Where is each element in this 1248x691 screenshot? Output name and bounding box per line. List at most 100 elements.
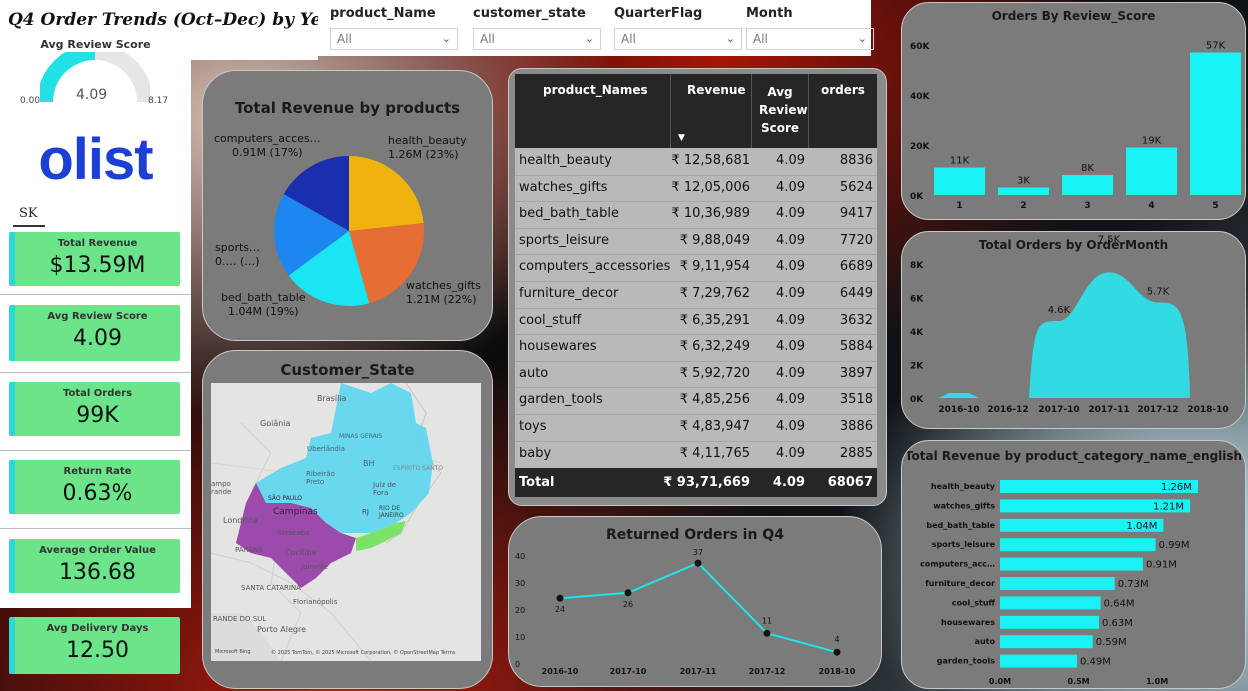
y-tick-label: 2K	[910, 362, 924, 372]
header-orders[interactable]: orders	[821, 83, 865, 97]
kpi-label: Total Revenue	[57, 238, 138, 249]
olist-logo: olist	[38, 127, 153, 192]
bar	[998, 187, 1049, 195]
cell-avg-review: 4.09	[776, 206, 805, 222]
header-revenue[interactable]: Revenue	[687, 83, 746, 97]
divider	[0, 372, 191, 373]
cell-revenue: ₹ 9,88,049	[679, 232, 750, 248]
kpi-value: $13.59M	[49, 253, 146, 278]
table-row[interactable]: toys ₹ 4,83,947 4.09 3886	[515, 414, 877, 441]
data-label: 8K	[1081, 163, 1094, 174]
map-label: Florianópolis	[293, 598, 338, 606]
map-label: Ribeirão Preto	[306, 470, 335, 486]
table-row[interactable]: sports_leisure ₹ 9,88,049 4.09 7720	[515, 227, 877, 255]
slicer-product-name: product_Name All ⌄	[330, 6, 458, 50]
slicer-dropdown-product-name[interactable]: All ⌄	[330, 28, 458, 50]
cell-revenue: ₹ 4,85,256	[679, 392, 750, 408]
map-label: ampo rande	[211, 480, 232, 496]
y-tick-label: 60K	[910, 42, 931, 52]
table-row[interactable]: auto ₹ 5,92,720 4.09 3897	[515, 360, 877, 388]
kpi-avg-review-score: Avg Review Score 4.09	[9, 305, 180, 361]
revenue-by-category-bar-chart: health_beauty 1.26M watches_gifts 1.21M bed_…	[920, 480, 1198, 686]
cell-avg-review: 4.09	[776, 312, 805, 328]
slicer-value: All	[337, 32, 352, 46]
data-label: 7.5K	[1098, 234, 1121, 245]
pie-label-sports: sports… 0.… (…)	[215, 241, 261, 268]
table-row[interactable]: bed_bath_table ₹ 10,36,989 4.09 9417	[515, 201, 877, 228]
divider	[0, 450, 191, 451]
slicer-dropdown-quarterflag[interactable]: All ⌄	[614, 28, 742, 50]
kpi-average-order-value: Average Order Value 136.68	[9, 539, 180, 593]
gauge-value: 4.09	[76, 87, 108, 103]
kpi-label: Average Order Value	[39, 545, 156, 556]
map-label: RJ	[362, 508, 369, 516]
cell-avg-review: 4.09	[776, 286, 805, 301]
cell-orders: 6689	[839, 259, 873, 275]
cell-product-name: toys	[519, 419, 547, 434]
data-label: 5.7K	[1147, 287, 1170, 298]
map-label: RIO DE JANEIRO	[379, 505, 404, 519]
sort-desc-icon[interactable]: ▼	[678, 133, 685, 143]
header-avg-review-score[interactable]: Avg Review Score	[759, 83, 808, 137]
kpi-value: 99K	[76, 403, 119, 428]
map-canvas[interactable]: Brasília Goiânia MINAS GERAIS Uberlândia…	[211, 383, 481, 661]
map-label: Uberlândia	[307, 445, 346, 453]
returned-orders-line-chart: 0 10 20 30 40 24 26 37 11 4 2016-10 2017-10 2017-11 2…	[515, 548, 856, 676]
table-row[interactable]: housewares ₹ 6,32,249 4.09 5884	[515, 334, 877, 361]
page-tab-sk[interactable]: SK	[13, 203, 45, 227]
data-label: 3K	[1017, 176, 1030, 187]
cell-product-name: baby	[519, 445, 552, 461]
table-row[interactable]: furniture_decor ₹ 7,29,762 4.09 6449	[515, 281, 877, 308]
table-row[interactable]: garden_tools ₹ 4,85,256 4.09 3518	[515, 387, 877, 414]
map-label: Brasília	[317, 394, 347, 403]
table-row[interactable]: cool_stuff ₹ 6,35,291 4.09 3632	[515, 307, 877, 335]
data-label: 0.99M	[1159, 540, 1190, 551]
table-row[interactable]: computers_accessories ₹ 9,11,954 4.09 6689	[515, 254, 877, 281]
header-product-names[interactable]: product_Names	[543, 83, 648, 97]
bar	[934, 167, 985, 195]
data-label: 37	[693, 548, 703, 557]
returned-orders-panel[interactable]: Returned Orders in Q4 0 10 20 30 40 24 26 37 11 4…	[508, 516, 882, 687]
data-label: 19K	[1142, 136, 1162, 147]
category-label: garden_tools	[937, 657, 995, 666]
pie-chart-panel[interactable]: Total Revenue by products health_beauty 1…	[202, 70, 493, 341]
product-table[interactable]: product_Names Revenue ▼ Avg Review Score…	[515, 74, 877, 497]
review-score-panel[interactable]: Orders By Review_Score 0K 20K 40K 60K 11K 1 3K…	[901, 2, 1246, 220]
table-row[interactable]: watches_gifts ₹ 12,05,006 4.09 5624	[515, 174, 877, 202]
data-label: 4	[834, 635, 839, 644]
cell-revenue: ₹ 12,05,006	[671, 179, 750, 195]
pie-label-health-beauty: health_beauty 1.26M (23%)	[388, 134, 467, 161]
cell-revenue: ₹ 6,32,249	[679, 339, 750, 355]
slicer-dropdown-customer-state[interactable]: All ⌄	[473, 28, 601, 50]
revenue-by-category-panel[interactable]: Total Revenue by product_category_name_e…	[901, 440, 1246, 689]
kpi-avg-delivery-days: Avg Delivery Days 12.50	[9, 617, 180, 674]
x-tick-label: 2016-12	[987, 405, 1028, 415]
x-tick-label: 2017-10	[1038, 405, 1079, 415]
cell-orders: 3632	[839, 312, 873, 328]
orders-by-month-panel[interactable]: Total Orders by OrderMonth 0K 2K 4K 6K 8K 4.6…	[901, 231, 1246, 429]
x-tick-label: 2017-12	[749, 667, 786, 676]
orders-by-month-area-chart: 0K 2K 4K 6K 8K 4.6K 7.5K 5.7K 2016-10 2016-12 2017…	[910, 234, 1229, 415]
report-title-bar: Q4 Order Trends (Oct–Dec) by Year	[0, 0, 341, 60]
bing-logo: Microsoft Bing	[215, 649, 251, 655]
cell-avg-review: 4.09	[776, 179, 805, 195]
cell-orders: 7720	[839, 232, 873, 248]
total-label: Total	[519, 475, 555, 490]
slicer-dropdown-month[interactable]: All ⌄	[746, 28, 874, 50]
bar	[1000, 557, 1143, 571]
x-tick-label: 1	[956, 201, 962, 211]
kpi-total-revenue: Total Revenue $13.59M	[9, 232, 180, 286]
cell-avg-review: 4.09	[776, 392, 805, 408]
table-row[interactable]: health_beauty ₹ 12,58,681 4.09 8836	[515, 148, 877, 175]
table-row[interactable]: baby ₹ 4,11,765 4.09 2885	[515, 440, 877, 468]
pie-label-watches-gifts: watches_gifts 1.21M (22%)	[406, 279, 481, 306]
pie-label-computers: computers_acces… 0.91M (17%)	[214, 132, 321, 159]
data-label: 1.04M	[1126, 521, 1157, 532]
customer-state-map-panel[interactable]: Customer_State Brasília Goiânia MINAS GE…	[202, 350, 493, 689]
y-tick-label: 4K	[910, 328, 924, 338]
y-tick-label: 30	[515, 579, 525, 588]
cell-avg-review: 4.09	[776, 153, 805, 168]
cell-orders: 3518	[839, 392, 873, 408]
cell-product-name: computers_accessories	[519, 259, 671, 275]
pie-label-bed-bath-table: bed_bath_table 1.04M (19%)	[221, 291, 306, 318]
